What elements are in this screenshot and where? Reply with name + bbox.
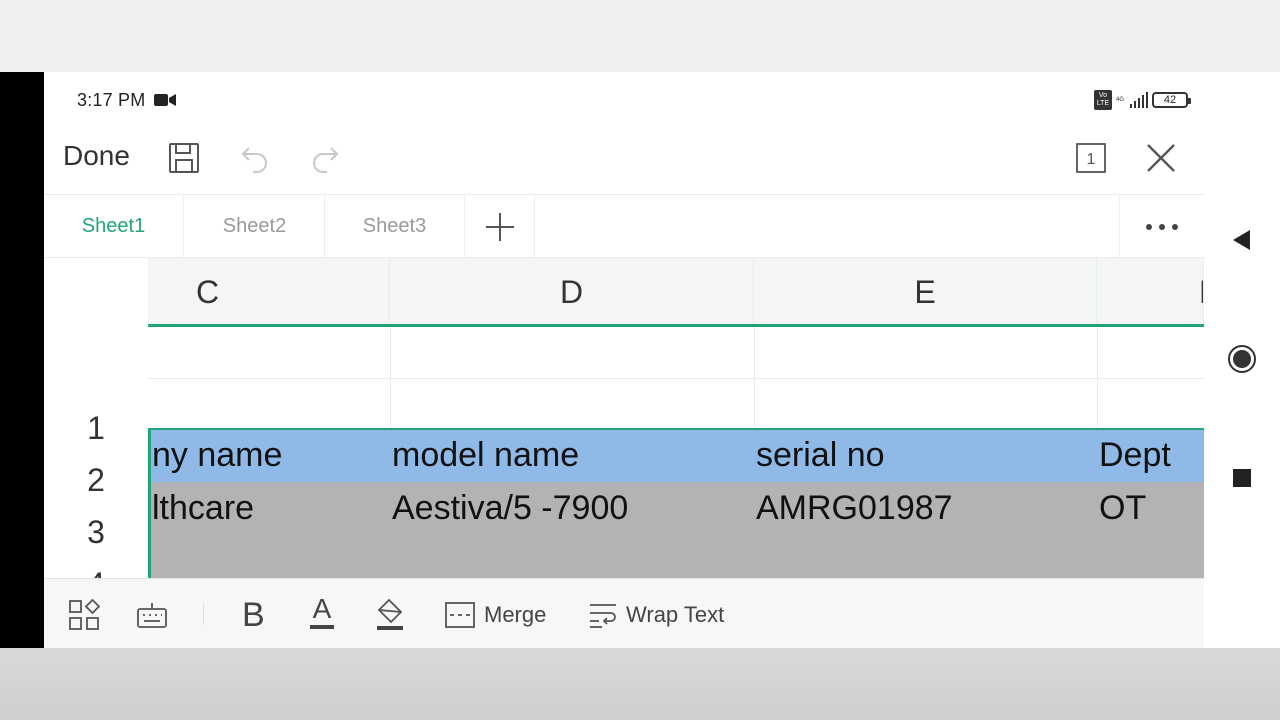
row-3-highlight [148,430,1204,482]
done-button[interactable]: Done [63,140,130,172]
keyboard-icon [137,603,167,628]
gridline [390,328,391,430]
cell-f4[interactable]: OT [1099,489,1146,528]
tab-sheet3[interactable]: Sheet3 [325,195,465,258]
video-camera-icon [154,93,176,112]
column-header-divider [148,324,1204,327]
sheet-tabs: Sheet1 Sheet2 Sheet3 [44,194,1204,258]
bold-label: B [242,595,265,634]
row-header-1[interactable]: 1 [44,402,148,454]
close-icon[interactable] [1139,136,1183,180]
add-sheet-button[interactable] [465,195,535,258]
status-time: 3:17 PM [77,90,146,110]
select-all-corner[interactable] [44,258,148,328]
plus-icon [485,212,514,241]
spreadsheet-grid: C D E F 1 2 3 4 5 ny name model name ser… [44,258,1204,578]
cell-e3[interactable]: serial no [756,436,885,475]
recents-square-icon [1233,469,1251,487]
row-header-4[interactable]: 4 [44,558,148,579]
merge-button[interactable]: Merge [444,595,546,635]
cell-c3[interactable]: ny name [152,436,282,475]
svg-text:1: 1 [1087,151,1096,168]
selection-border-top [148,428,1204,430]
tab-sheet1[interactable]: Sheet1 [44,195,184,258]
home-circle-icon [1228,345,1256,373]
font-color-swatch [310,625,334,629]
cell-c4[interactable]: lthcare [152,489,254,528]
cell-d4[interactable]: Aestiva/5 -7900 [392,489,628,528]
save-icon[interactable] [162,136,206,180]
row-header-3[interactable]: 3 [44,506,148,558]
fill-color-button[interactable] [375,595,405,635]
toolbar-separator [203,603,204,625]
recents-button[interactable] [1204,458,1280,498]
cell-area[interactable]: ny name model name serial no Dept lthcar… [148,328,1204,578]
apps-grid-icon [69,599,100,630]
font-color-button[interactable]: A [310,595,334,635]
status-indicators: Vo LTE 4G 42 [1093,88,1191,112]
cell-d3[interactable]: model name [392,436,579,475]
row-header-2[interactable]: 2 [44,454,148,506]
android-navigation-bar [1204,72,1280,648]
battery-level: 42 [1163,94,1177,106]
screen-bottom-band [0,648,1280,720]
redo-icon[interactable] [303,136,347,180]
cell-e4[interactable]: AMRG01987 [756,489,953,528]
column-header-e[interactable]: E [754,258,1097,326]
back-triangle-icon [1233,230,1250,250]
undo-icon[interactable] [233,136,277,180]
selection-range [148,482,1204,578]
gridline [1097,328,1098,430]
column-header-d[interactable]: D [390,258,754,326]
apps-grid-button[interactable] [68,595,100,635]
merge-cells-icon [445,602,475,628]
column-header-f[interactable]: F [1097,258,1204,326]
network-type: 4G [1115,97,1124,103]
cell-f3[interactable]: Dept [1099,436,1171,475]
wrap-text-label: Wrap Text [626,602,725,627]
screen-left-bezel [0,72,44,648]
home-button[interactable] [1204,339,1280,379]
bold-button[interactable]: B [242,595,265,635]
sheet-count-icon[interactable]: 1 [1069,136,1113,180]
status-bar: 3:17 PM Vo LTE 4G 42 [44,72,1204,128]
wrap-text-button[interactable]: Wrap Text [588,595,724,635]
more-dots-icon [1146,223,1178,230]
screen-top-band [0,0,1280,72]
back-button[interactable] [1204,220,1280,260]
merge-label: Merge [484,602,547,627]
signal-icon [1130,92,1148,108]
gridline [148,378,1204,379]
tab-sheet2[interactable]: Sheet2 [185,195,325,258]
fill-bucket-icon [377,598,403,630]
top-toolbar: Done 1 [44,128,1204,192]
battery-icon: 42 [1152,92,1191,108]
gridline [754,328,755,430]
column-header-c[interactable]: C [148,258,390,326]
volte-icon: Vo LTE [1093,90,1112,110]
format-toolbar: B A Merge Wrap Text [44,578,1204,648]
keyboard-button[interactable] [136,595,168,635]
more-options-button[interactable] [1119,195,1204,258]
font-color-label: A [312,593,332,624]
spreadsheet-app: 3:17 PM Vo LTE 4G 42 Done 1 Sheet1 Sheet… [44,72,1204,648]
selection-border-left [148,430,151,578]
wrap-text-icon [590,604,616,628]
